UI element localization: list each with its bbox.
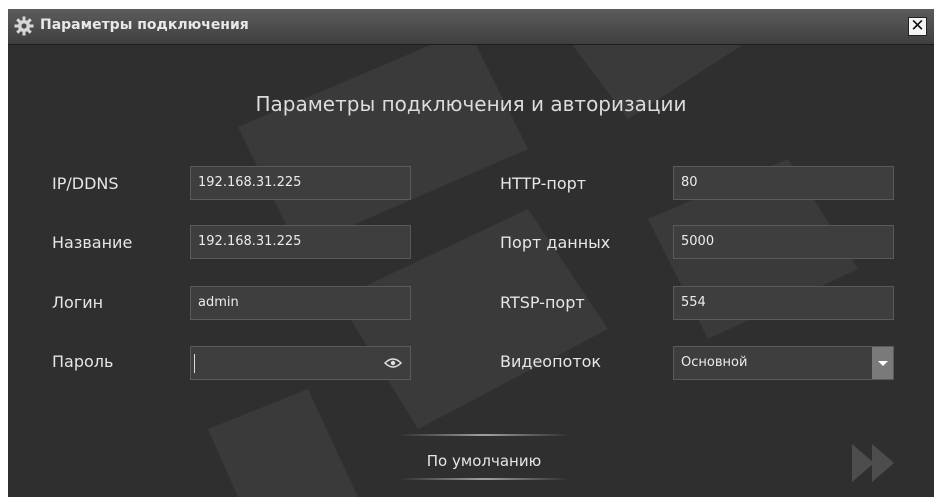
rtsp-port-input[interactable]: 554 [673, 286, 894, 320]
login-label: Логин [52, 293, 104, 312]
title-bar: Параметры подключения ✕ [8, 9, 934, 45]
data-port-label: Порт данных [500, 233, 611, 252]
password-input[interactable] [190, 346, 411, 380]
close-button[interactable]: ✕ [908, 17, 927, 36]
connection-settings-window: Параметры подключения ✕ Параметры подклю… [8, 9, 934, 497]
stream-select[interactable]: Основной [673, 346, 894, 380]
window-title: Параметры подключения [40, 17, 249, 33]
password-label: Пароль [52, 352, 114, 371]
data-port-input[interactable]: 5000 [673, 225, 894, 259]
ip-input[interactable]: 192.168.31.225 [190, 166, 411, 200]
defaults-top-line [399, 434, 569, 436]
eye-icon[interactable] [384, 356, 402, 370]
chevron-down-icon[interactable] [872, 347, 893, 379]
ip-label: IP/DDNS [52, 174, 119, 193]
fast-forward-icon[interactable] [850, 442, 896, 484]
defaults-button[interactable]: По умолчанию [399, 434, 569, 484]
name-input[interactable]: 192.168.31.225 [190, 225, 411, 259]
rtsp-port-label: RTSP-порт [500, 293, 585, 312]
http-port-input[interactable]: 80 [673, 166, 894, 200]
defaults-label: По умолчанию [426, 452, 542, 470]
login-input[interactable]: admin [190, 286, 411, 320]
defaults-bottom-line [399, 478, 569, 480]
name-label: Название [52, 233, 133, 252]
page-title: Параметры подключения и авторизации [255, 92, 687, 116]
http-port-label: HTTP-порт [500, 174, 587, 193]
stream-label: Видеопоток [500, 352, 602, 371]
stream-select-value: Основной [681, 355, 748, 370]
gear-icon [14, 16, 34, 36]
